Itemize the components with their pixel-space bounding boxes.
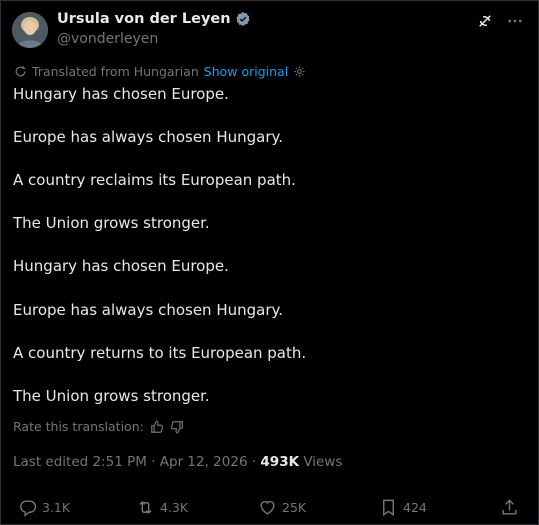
grok-icon[interactable] [476, 12, 494, 30]
repost-count: 4.3K [160, 500, 189, 515]
tweet-line: The Union grows stronger. [13, 214, 210, 232]
thumbs-down-icon[interactable] [170, 420, 184, 434]
translation-label: Translated from Hungarian [32, 64, 199, 79]
author-handle[interactable]: @vonderleyen [57, 31, 158, 47]
bookmark-icon [379, 498, 398, 517]
reply-button[interactable]: 3.1K [18, 498, 70, 517]
tweet-line: Hungary has chosen Europe. [13, 85, 229, 103]
more-icon[interactable] [506, 12, 524, 30]
share-icon [500, 498, 519, 517]
tweet-line: Europe has always chosen Hungary. [13, 301, 284, 319]
tweet-line: Hungary has chosen Europe. [13, 257, 229, 275]
like-button[interactable]: 25K [258, 498, 306, 517]
translate-icon [14, 65, 27, 78]
views-label: Views [299, 454, 343, 470]
tweet-line: The Union grows stronger. [13, 387, 210, 405]
avatar[interactable] [12, 12, 48, 48]
reply-icon [18, 498, 37, 517]
rate-label: Rate this translation: [13, 419, 144, 434]
verified-badge-icon [235, 11, 251, 27]
settings-icon[interactable] [293, 65, 306, 78]
tweet-line: A country reclaims its European path. [13, 171, 296, 189]
repost-button[interactable]: 4.3K [136, 498, 188, 517]
share-button[interactable] [500, 498, 519, 517]
bookmark-count: 424 [403, 500, 427, 515]
edited-timestamp[interactable]: Last edited 2:51 PM · Apr 12, 2026 · [13, 454, 260, 470]
repost-icon [136, 498, 155, 517]
rate-translation: Rate this translation: [13, 419, 184, 434]
views-count: 493K [260, 454, 300, 470]
tweet-line: A country returns to its European path. [13, 344, 307, 362]
top-actions [476, 12, 524, 30]
heart-icon [258, 498, 277, 517]
reply-count: 3.1K [42, 500, 71, 515]
translation-note: Translated from Hungarian Show original [14, 64, 306, 79]
action-bar: 3.1K 4.3K 25K 424 [0, 498, 539, 522]
tweet-line: Europe has always chosen Hungary. [13, 128, 284, 146]
like-count: 25K [282, 500, 307, 515]
author-name-row[interactable]: Ursula von der Leyen [57, 11, 251, 27]
bookmark-button[interactable]: 424 [379, 498, 427, 517]
thumbs-up-icon[interactable] [150, 420, 164, 434]
author-name[interactable]: Ursula von der Leyen [57, 11, 231, 27]
tweet-meta: Last edited 2:51 PM · Apr 12, 2026 · 493… [13, 454, 342, 470]
show-original-link[interactable]: Show original [204, 64, 288, 79]
